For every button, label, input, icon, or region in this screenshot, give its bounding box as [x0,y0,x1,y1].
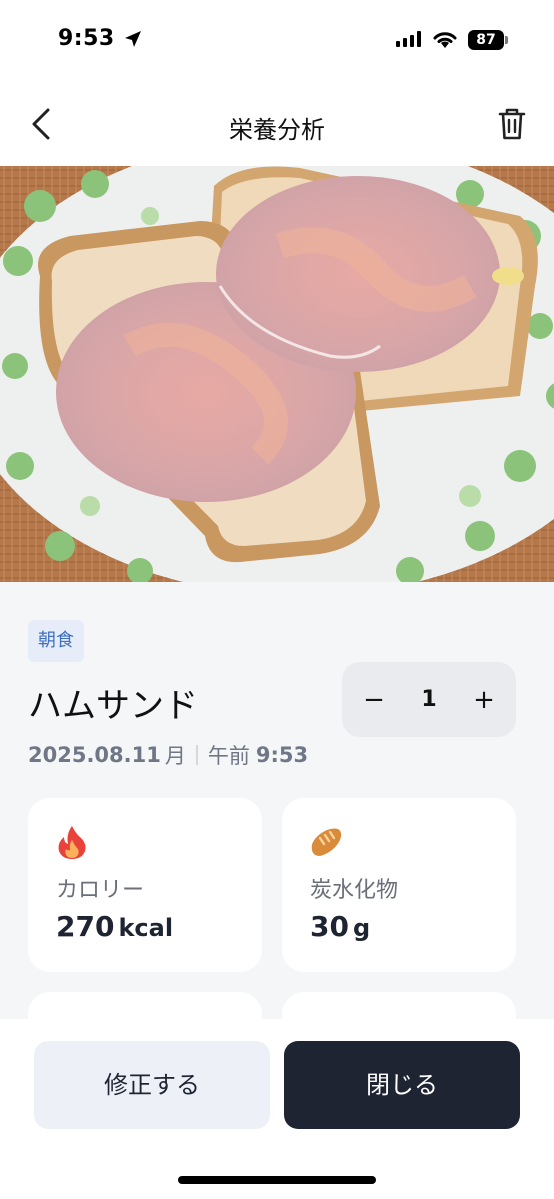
status-time: 9:53 [58,26,115,51]
edit-button[interactable]: 修正する [34,1041,270,1129]
battery-tip [505,36,508,44]
carbohydrate-unit: g [352,914,371,942]
nav-bar: 栄養分析 [0,84,554,166]
wifi-icon [433,32,457,48]
location-arrow-icon [125,31,141,47]
bread-icon [311,828,342,856]
food-photo [0,166,554,582]
home-indicator[interactable] [178,1176,376,1184]
cellular-signal-icon [396,31,421,47]
calorie-label: カロリー [56,878,145,903]
meal-type-badge: 朝食 [28,620,84,662]
nutrition-detail: 朝食 ハムサンド − 1 + 2025.08.11 月 午前 9:53 カロリー… [0,582,554,1166]
calorie-value: 270 kcal [56,910,173,943]
quantity-stepper: − 1 + [342,662,516,737]
trash-icon[interactable] [492,104,532,144]
carbohydrate-label: 炭水化物 [310,878,399,903]
status-bar: 9:53 87 [0,0,554,84]
meal-ampm: 午前 [207,744,250,768]
battery-icon: 87 [468,30,504,50]
close-button[interactable]: 閉じる [284,1041,520,1129]
calorie-amount: 270 [56,910,115,943]
decrease-quantity-button[interactable]: − [354,680,394,720]
quantity-value: 1 [421,687,437,712]
bottom-action-bar: 修正する 閉じる [0,1019,554,1199]
meal-time: 9:53 [255,743,309,767]
ham-sandwich-photo [0,166,554,582]
meal-date: 2025.08.11 [28,743,161,767]
page-title: 栄養分析 [229,116,325,144]
meal-datetime: 2025.08.11 月 午前 9:53 [28,740,308,770]
carbohydrate-value: 30 g [310,910,370,943]
calorie-unit: kcal [118,914,174,942]
fire-icon [58,826,86,859]
increase-quantity-button[interactable]: + [464,680,504,720]
carbohydrate-amount: 30 [310,910,349,943]
carbohydrate-card: 炭水化物 30 g [282,798,516,972]
meal-weekday: 月 [164,744,186,768]
calorie-card: カロリー 270 kcal [28,798,262,972]
datetime-divider [195,745,198,765]
food-name: ハムサンド [28,686,198,726]
